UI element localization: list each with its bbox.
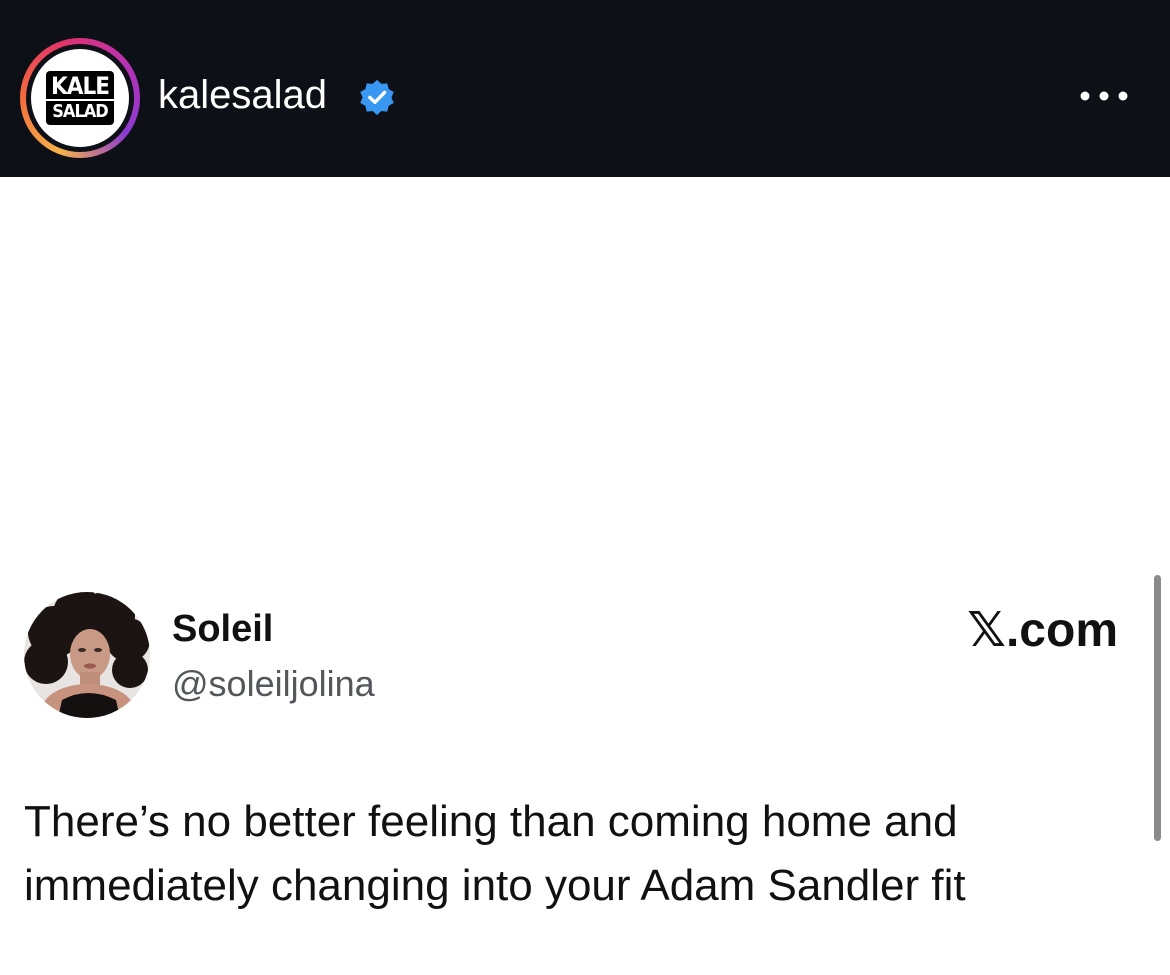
account-username[interactable]: kalesalad bbox=[158, 70, 327, 120]
tweet-handle: @soleiljolina bbox=[172, 663, 375, 704]
tweet-text: There’s no better feeling than coming ho… bbox=[24, 797, 966, 910]
scrollbar[interactable] bbox=[1154, 575, 1161, 841]
post-view: KALE SALAD kalesalad Soleil @soleiljolin… bbox=[0, 0, 1170, 975]
tweet-display-name: Soleil bbox=[172, 608, 274, 650]
more-options-icon[interactable] bbox=[1078, 82, 1130, 110]
kale-salad-logo: KALE SALAD bbox=[31, 49, 129, 147]
logo-text-line1: KALE bbox=[51, 72, 110, 100]
post-header: KALE SALAD kalesalad bbox=[0, 0, 1170, 177]
verified-badge-icon bbox=[360, 79, 394, 116]
logo-text-line2: SALAD bbox=[46, 99, 114, 123]
tweet-source-label: 𝕏.com bbox=[967, 604, 1118, 657]
tweet-author-avatar bbox=[24, 592, 150, 718]
account-avatar[interactable]: KALE SALAD bbox=[20, 38, 140, 158]
